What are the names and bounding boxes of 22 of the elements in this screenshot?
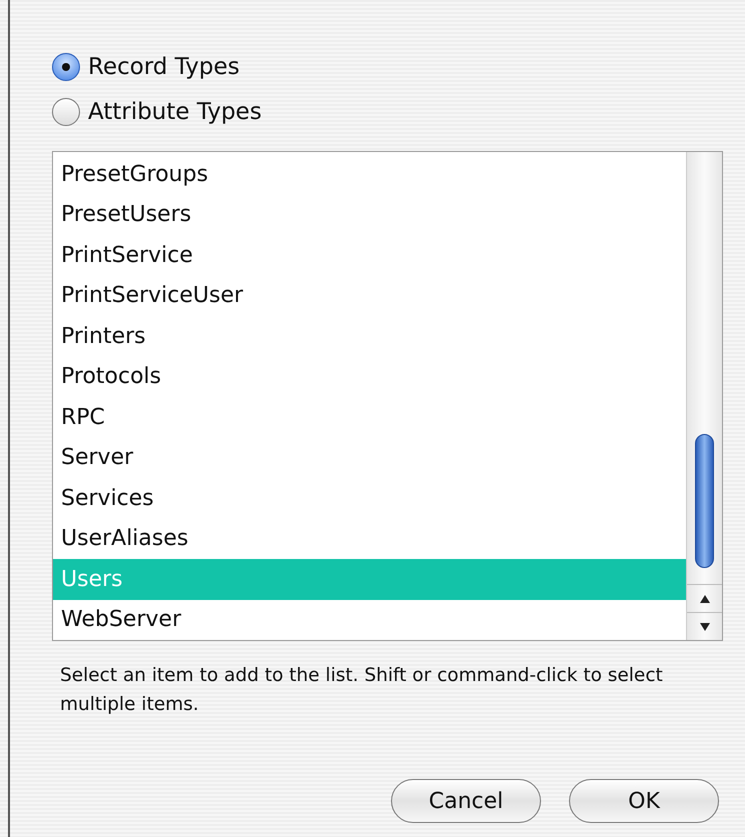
radio-button[interactable] [52,98,80,126]
list-item[interactable]: RPC [53,397,686,438]
list-item[interactable]: Server [53,438,686,478]
help-text: Select an item to add to the list. Shift or command-click to select multiple items. [59,664,664,717]
radio-label: Record Types [88,53,240,82]
list-item[interactable]: Printers [53,316,686,356]
radio-label: Attribute Types [88,98,262,126]
list-item[interactable]: PrintServiceUser [53,276,686,316]
radio-button[interactable] [52,53,80,82]
dialog-button[interactable]: OK [569,779,719,823]
list-item[interactable]: PresetUsers [53,194,686,235]
list-item[interactable]: UserAliases [53,518,686,559]
list-item[interactable]: WebServer [53,600,686,640]
list-item[interactable]: PrintService [53,235,686,276]
dialog-button[interactable]: Cancel [391,779,541,823]
up-arrow-icon [700,594,710,602]
list-item[interactable]: PresetGroups [53,154,686,194]
down-arrow-icon [700,622,710,630]
scroll-thumb[interactable] [695,434,714,568]
list-item[interactable]: Services [53,478,686,518]
list-item[interactable]: Protocols [53,356,686,397]
scrollbar[interactable] [686,152,722,640]
